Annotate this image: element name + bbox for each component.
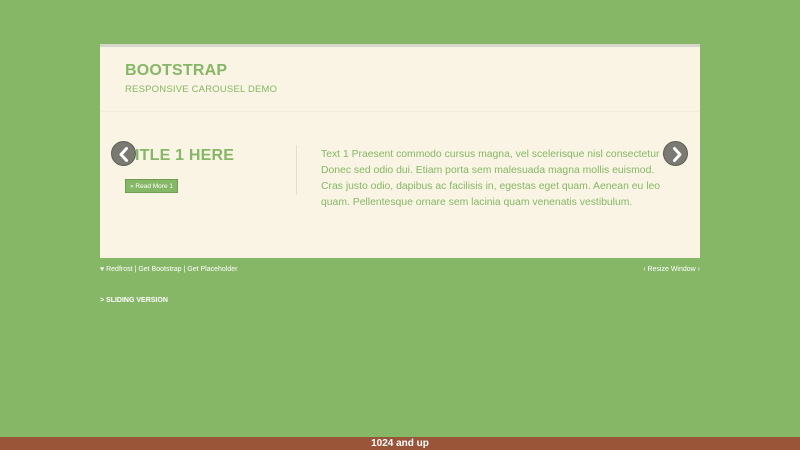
- header-divider: [100, 111, 700, 112]
- heart-icon: ♥: [100, 266, 105, 273]
- footer-links: ♥ Redfrost | Get Bootstrap | Get Placeho…: [100, 266, 237, 273]
- carousel-prev-button[interactable]: [111, 141, 136, 166]
- page: BOOTSTRAP RESPONSIVE CAROUSEL DEMO TITLE…: [0, 0, 800, 450]
- breakpoint-bar: 1024 and up: [0, 437, 800, 450]
- link-get-bootstrap[interactable]: Get Bootstrap: [138, 266, 181, 273]
- brand-title: BOOTSTRAP: [125, 62, 228, 79]
- link-separator: |: [134, 266, 137, 273]
- carousel-card: BOOTSTRAP RESPONSIVE CAROUSEL DEMO TITLE…: [100, 44, 700, 258]
- link-get-placeholder[interactable]: Get Placeholder: [187, 266, 237, 273]
- slide-title: TITLE 1 HERE: [125, 147, 235, 164]
- sliding-version-link[interactable]: > SLIDING VERSION: [100, 297, 168, 304]
- link-redfrost[interactable]: Redfrost: [106, 266, 132, 273]
- chevron-right-icon: [673, 147, 682, 162]
- link-separator: |: [183, 266, 186, 273]
- read-more-button[interactable]: » Read More 1: [125, 179, 178, 193]
- chevron-left-icon: [119, 147, 128, 162]
- carousel-next-button[interactable]: [663, 141, 688, 166]
- slide-text: Text 1 Praesent commodo cursus magna, ve…: [321, 149, 674, 208]
- resize-window-link[interactable]: ‹ Resize Window ›: [643, 266, 700, 273]
- slide-divider: [296, 145, 297, 195]
- brand-subtitle: RESPONSIVE CAROUSEL DEMO: [125, 84, 278, 95]
